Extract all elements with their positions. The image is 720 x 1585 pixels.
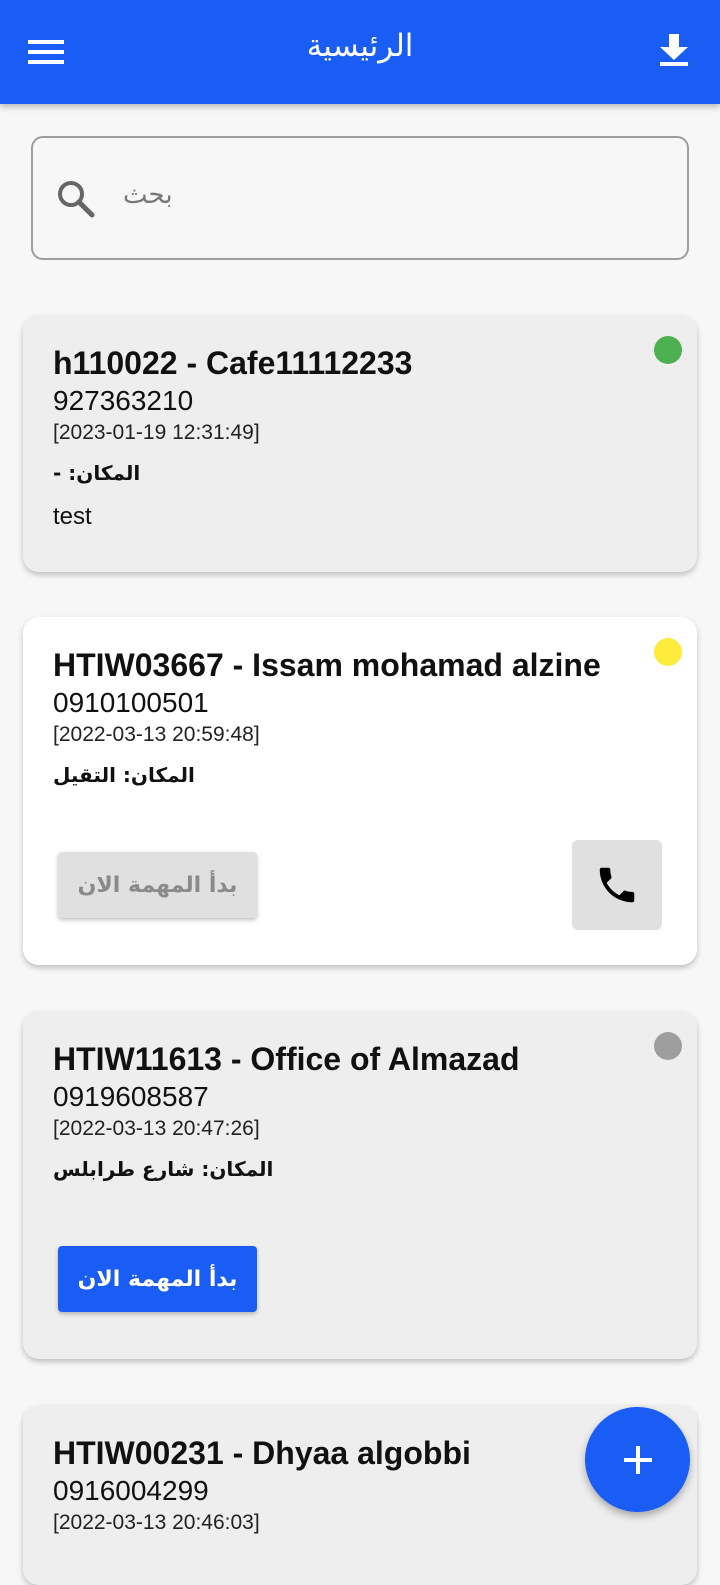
start-task-button[interactable]: بدأ المهمة الان <box>58 852 257 918</box>
plus-icon <box>623 1445 652 1474</box>
search-field[interactable]: بحث <box>31 136 689 260</box>
search-icon <box>55 178 99 222</box>
task-phone: 0919608587 <box>53 1081 209 1112</box>
status-indicator <box>654 1032 682 1060</box>
task-date: [2023-01-19 12:31:49] <box>53 421 260 444</box>
task-phone: 0916004299 <box>53 1475 209 1506</box>
task-location: المكان: شارع طرابلس <box>53 1157 274 1181</box>
task-title: HTIW11613 - Office of Almazad <box>53 1041 520 1077</box>
task-location: المكان: التقيل <box>53 763 195 787</box>
task-phone: 927363210 <box>53 385 194 416</box>
task-card[interactable]: HTIW03667 - Issam mohamad alzine 0910100… <box>23 617 697 965</box>
task-date: [2022-03-13 20:59:48] <box>53 723 260 746</box>
task-phone: 0910100501 <box>53 687 209 718</box>
task-date: [2022-03-13 20:46:03] <box>53 1511 260 1534</box>
task-card[interactable]: h110022 - Cafe11112233 927363210 [2023-0… <box>23 315 697 572</box>
task-note: test <box>53 503 92 530</box>
page-title: الرئيسية <box>306 28 414 64</box>
task-title: HTIW00231 - Dhyaa algobbi <box>53 1435 471 1471</box>
task-card[interactable]: HTIW11613 - Office of Almazad 0919608587… <box>23 1011 697 1359</box>
status-indicator <box>654 336 682 364</box>
download-icon[interactable] <box>658 30 698 74</box>
task-title: h110022 - Cafe11112233 <box>53 345 413 381</box>
task-title: HTIW03667 - Issam mohamad alzine <box>53 647 601 683</box>
start-task-button[interactable]: بدأ المهمة الان <box>58 1246 257 1312</box>
app-bar: الرئيسية <box>0 0 720 104</box>
phone-icon <box>599 867 635 903</box>
call-button[interactable] <box>572 840 662 930</box>
status-indicator <box>654 638 682 666</box>
search-placeholder: بحث <box>123 180 173 210</box>
task-date: [2022-03-13 20:47:26] <box>53 1117 260 1140</box>
task-location: المكان: - <box>53 461 141 485</box>
add-task-button[interactable] <box>585 1407 690 1512</box>
